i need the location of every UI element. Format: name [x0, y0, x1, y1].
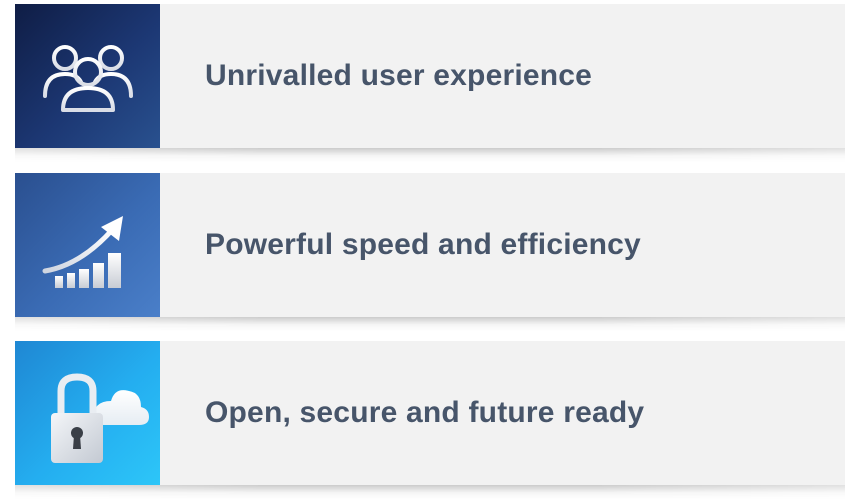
feature-icon-tile — [15, 4, 160, 148]
feature-row-speed: Powerful speed and efficiency — [15, 173, 845, 331]
feature-icon-tile — [15, 173, 160, 317]
feature-label: Unrivalled user experience — [205, 59, 593, 92]
feature-label: Powerful speed and efficiency — [205, 228, 641, 261]
feature-list: Unrivalled user experience Powerful spee… — [15, 4, 845, 499]
feature-icon-tile — [15, 341, 160, 485]
feature-text-panel: Powerful speed and efficiency — [160, 173, 845, 317]
feature-row-user-experience: Unrivalled user experience — [15, 4, 845, 162]
row-shadow — [15, 485, 845, 499]
feature-label: Open, secure and future ready — [205, 396, 645, 429]
feature-text-panel: Open, secure and future ready — [160, 341, 845, 485]
feature-text-panel: Unrivalled user experience — [160, 4, 845, 148]
row-shadow — [15, 317, 845, 331]
feature-row-security: Open, secure and future ready — [15, 341, 845, 499]
row-shadow — [15, 148, 845, 162]
